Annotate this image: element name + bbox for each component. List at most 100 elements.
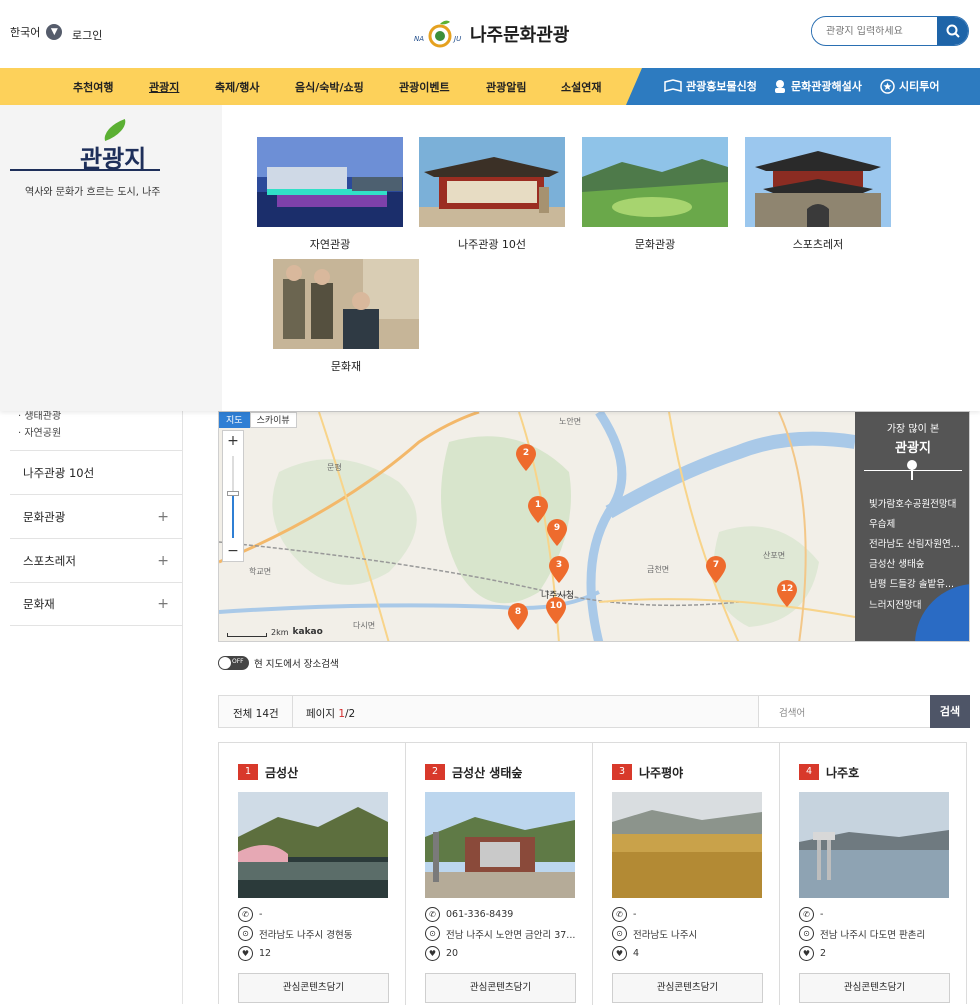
svg-text:JU: JU [452, 35, 461, 43]
mega-card-sports[interactable]: 스포츠레저 [745, 137, 891, 252]
place-image[interactable] [425, 792, 575, 898]
map-view[interactable]: 지도 스카이뷰 + − 노안면 문평 학교면 금천면 산포면 다시면 나주시청 … [218, 411, 970, 642]
add-favorite-button[interactable]: 관심콘텐츠담기 [425, 973, 576, 1003]
site-logo[interactable]: NA JU 나주문화관광 [414, 18, 569, 50]
place-image[interactable] [612, 792, 762, 898]
place-address-row: ⊙ 전라남도 나주시 경현동 [238, 926, 352, 941]
nav-item-brochure-label: 관광홍보물신청 [686, 80, 757, 93]
nav-item-food[interactable]: 음식/숙박/쇼핑 [295, 79, 364, 95]
sidebar: · 생태관광 · 자연공원 나주관광 10선 문화관광 + 스포츠레저 + 문화… [10, 411, 183, 1004]
place-address-row: ⊙ 전남 나주시 노안면 금안리 37... [425, 926, 575, 941]
mega-card-nature[interactable]: 자연관광 [257, 137, 403, 252]
place-likes: 2 [820, 948, 827, 959]
popular-item[interactable]: 빛가람호수공원전망대 [869, 496, 965, 510]
map-marker[interactable]: 12 [776, 580, 798, 608]
sidebar-item-label: 문화관광 [23, 509, 66, 524]
place-card[interactable]: 4 나주호 ✆ - ⊙ 전남 나주시 다도면 판촌리 ♥ 2 관심콘텐츠담기 [780, 743, 967, 1005]
svg-text:NA: NA [414, 35, 424, 43]
popular-item[interactable]: 남평 드들강 솔밭유... [869, 576, 965, 590]
map-tab-skyview[interactable]: 스카이뷰 [249, 412, 297, 428]
place-image[interactable] [799, 792, 949, 898]
map-zoom-control: + − [222, 430, 244, 562]
place-likes: 12 [259, 948, 272, 959]
mega-card-culture[interactable]: 문화관광 [582, 137, 728, 252]
nav-item-guide[interactable]: 문화관광해설사 [773, 78, 862, 94]
zoom-in-button[interactable]: + [223, 431, 243, 451]
popular-item[interactable]: 금성산 생태숲 [869, 556, 965, 570]
sports-leisure-image [745, 137, 891, 227]
nav-item-event[interactable]: 관광이벤트 [399, 79, 450, 95]
place-card[interactable]: 2 금성산 생태숲 ✆ 061-336-8439 ⊙ 전남 나주시 노안면 금안… [406, 743, 593, 1005]
place-card[interactable]: 3 나주평야 ✆ - ⊙ 전라남도 나주시 ♥ 4 관심콘텐츠담기 [593, 743, 780, 1005]
sidebar-subitem-park[interactable]: · 자연공원 [10, 424, 183, 441]
add-favorite-button[interactable]: 관심콘텐츠담기 [799, 973, 950, 1003]
sidebar-item-top10[interactable]: 나주관광 10선 [10, 450, 183, 494]
nav-item-notice[interactable]: 관광알림 [486, 79, 526, 95]
map-marker[interactable]: 2 [515, 444, 537, 472]
heart-icon: ♥ [799, 946, 814, 961]
popular-item[interactable]: 느러지전망대 [869, 597, 965, 611]
place-likes-row: ♥ 20 [425, 946, 458, 961]
place-address-row: ⊙ 전남 나주시 다도면 판촌리 [799, 926, 925, 941]
nav-item-guide-label: 문화관광해설사 [791, 80, 862, 93]
mega-card-label: 문화재 [330, 360, 362, 373]
zoom-level [232, 493, 234, 538]
nav-item-brochure[interactable]: 관광홍보물신청 [664, 78, 757, 94]
map-label: 문평 [327, 463, 342, 472]
language-selector[interactable]: 한국어 ▼ [10, 24, 63, 40]
mega-menu: 관광지 역사와 문화가 흐르는 도시, 나주 자연관광 나주관광 10선 문화관… [0, 105, 980, 411]
zoom-out-button[interactable]: − [223, 541, 243, 561]
place-title[interactable]: 금성산 [265, 764, 298, 781]
popular-item[interactable]: 전라남도 산림자원연... [869, 536, 965, 550]
mega-card-heritage[interactable]: 문화재 [273, 259, 419, 374]
page-indicator: 페이지 1/2 [306, 706, 355, 721]
map-marker[interactable]: 3 [548, 556, 570, 584]
header-search-input[interactable] [812, 25, 938, 37]
nav-item-novel[interactable]: 소설연재 [561, 79, 601, 95]
place-phone-row: ✆ 061-336-8439 [425, 907, 513, 922]
nav-item-recommended[interactable]: 추천여행 [73, 79, 113, 95]
sidebar-item-sports[interactable]: 스포츠레저 + [10, 538, 183, 582]
map-marker[interactable]: 7 [705, 556, 727, 584]
toggle-switch[interactable]: OFF [218, 656, 249, 670]
result-search-input[interactable]: 검색어 [758, 696, 930, 727]
map-search-toggle[interactable]: OFF 현 지도에서 장소검색 [218, 656, 339, 670]
map-label: 산포면 [763, 551, 786, 560]
add-favorite-button[interactable]: 관심콘텐츠담기 [612, 973, 763, 1003]
map-marker-label: 7 [712, 560, 720, 570]
place-phone: 061-336-8439 [446, 909, 514, 920]
sidebar-item-culture[interactable]: 문화관광 + [10, 494, 183, 538]
nav-item-citytour[interactable]: 시티투어 [880, 78, 939, 94]
sidebar-item-heritage[interactable]: 문화재 + [10, 582, 183, 626]
map-label: 노안면 [559, 417, 582, 426]
place-grid: 1 금성산 ✆ - ⊙ 전라남도 나주시 경현동 ♥ 12 관심콘텐츠담기 2 … [218, 742, 967, 1005]
header-search-button[interactable] [937, 17, 968, 45]
place-title[interactable]: 나주평야 [639, 764, 683, 781]
scale-bar [227, 633, 267, 637]
map-marker[interactable]: 9 [546, 519, 568, 547]
popular-heading-small: 가장 많이 본 [886, 424, 940, 435]
place-image[interactable] [238, 792, 388, 898]
result-search-button[interactable]: 검색 [930, 695, 970, 728]
add-favorite-button[interactable]: 관심콘텐츠담기 [238, 973, 389, 1003]
mega-card-label: 자연관광 [309, 238, 351, 251]
place-card[interactable]: 1 금성산 ✆ - ⊙ 전라남도 나주시 경현동 ♥ 12 관심콘텐츠담기 [219, 743, 406, 1005]
divider [10, 169, 160, 171]
place-likes-row: ♥ 4 [612, 946, 639, 961]
place-number: 4 [799, 764, 819, 780]
popular-item[interactable]: 우습제 [869, 516, 965, 530]
map-tab-map[interactable]: 지도 [219, 412, 250, 428]
map-marker[interactable]: 8 [507, 603, 529, 631]
map-marker[interactable]: 10 [545, 597, 567, 625]
nav-item-attractions[interactable]: 관광지 [149, 79, 179, 95]
place-number: 2 [425, 764, 445, 780]
sidebar-item-label: 문화재 [23, 597, 55, 611]
place-title[interactable]: 나주호 [826, 764, 859, 781]
nav-item-festival[interactable]: 축제/행사 [215, 79, 260, 95]
zoom-handle[interactable] [227, 491, 239, 496]
place-title[interactable]: 금성산 생태숲 [452, 764, 522, 781]
login-link[interactable]: 로그인 [72, 27, 102, 43]
book-icon [664, 79, 682, 92]
mega-card-top10[interactable]: 나주관광 10선 [419, 137, 565, 252]
utility-nav: 관광홍보물신청 문화관광해설사 시티투어 [626, 68, 980, 105]
